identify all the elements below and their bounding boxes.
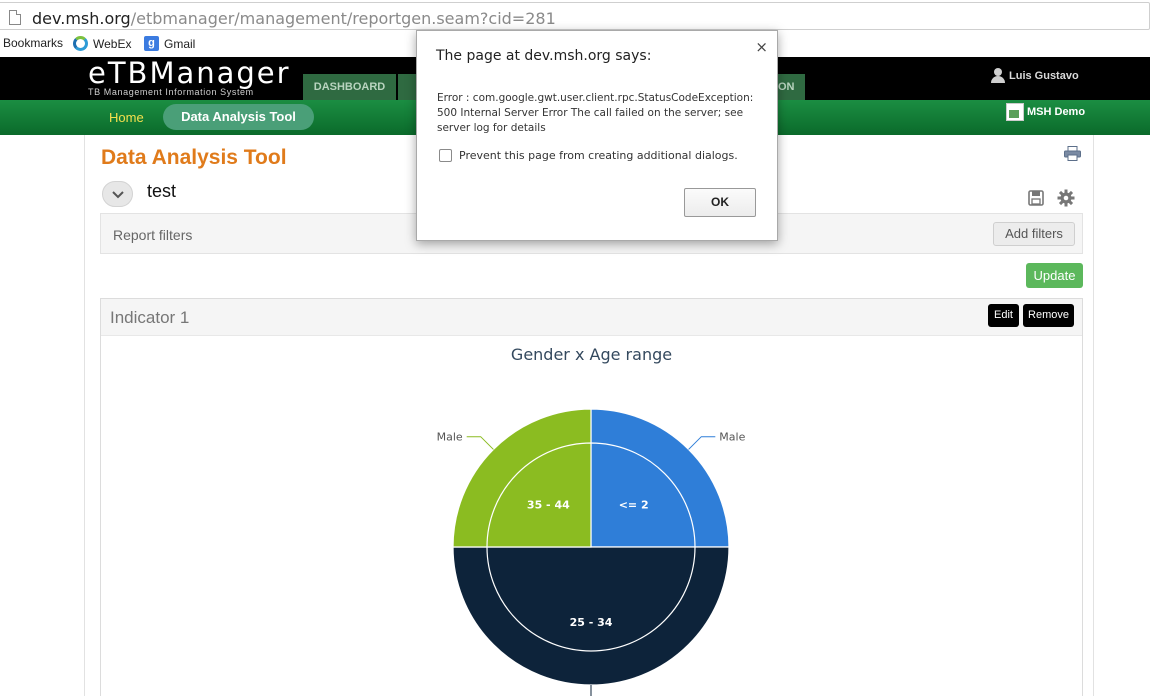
user-name: Luis Gustavo <box>1009 69 1079 82</box>
outer-connector-1 <box>590 685 592 696</box>
bookmark-webex[interactable]: WebEx <box>73 36 131 51</box>
prevent-dialogs-option[interactable]: Prevent this page from creating addition… <box>439 149 738 162</box>
close-icon[interactable]: × <box>755 38 768 56</box>
workspace-icon <box>1006 103 1024 121</box>
workspace-name: MSH Demo <box>1027 106 1086 118</box>
add-filters-button[interactable]: Add filters <box>993 222 1075 246</box>
url-host: dev.msh.org <box>32 9 131 28</box>
report-filters-label: Report filters <box>113 227 193 243</box>
alert-dialog: The page at dev.msh.org says: × Error : … <box>416 30 778 241</box>
outer-connector-2 <box>466 436 494 450</box>
pie-chart: <= 2 25 - 34 35 - 44 Male Male <box>437 408 746 696</box>
home-link[interactable]: Home <box>109 110 144 125</box>
dialog-title: The page at dev.msh.org says: <box>436 48 652 64</box>
tab-data-analysis-tool[interactable]: Data Analysis Tool <box>163 104 314 130</box>
save-icon[interactable] <box>1028 190 1044 206</box>
chevron-down-icon <box>111 191 124 199</box>
dialog-message: Error : com.google.gwt.user.client.rpc.S… <box>437 92 754 134</box>
update-button[interactable]: Update <box>1026 263 1083 288</box>
collapse-toggle-button[interactable] <box>102 181 133 207</box>
url-text[interactable]: dev.msh.org/etbmanager/management/report… <box>32 9 556 28</box>
app-logo[interactable]: eTBManager TB Management Information Sys… <box>88 58 291 97</box>
ok-button[interactable]: OK <box>684 188 756 217</box>
user-icon <box>990 68 1006 83</box>
webex-icon <box>73 36 88 51</box>
url-path: /etbmanager/management/reportgen.seam?ci… <box>130 9 556 28</box>
outer-slice-label-0: Male <box>719 431 745 444</box>
print-icon[interactable] <box>1064 146 1081 161</box>
gear-icon[interactable] <box>1057 189 1075 207</box>
inner-slice-label-0: <= 2 <box>619 498 649 511</box>
browser-address-bar[interactable]: dev.msh.org/etbmanager/management/report… <box>0 0 1150 32</box>
prevent-dialogs-checkbox[interactable] <box>439 149 452 162</box>
user-menu[interactable]: Luis Gustavo <box>990 68 1079 83</box>
outer-slice-label-2: Male <box>437 431 463 444</box>
inner-slice-label-1: 25 - 34 <box>570 616 613 629</box>
inner-slice-label-2: 35 - 44 <box>527 498 570 511</box>
prevent-dialogs-label: Prevent this page from creating addition… <box>459 149 738 162</box>
page-icon <box>9 10 21 25</box>
workspace-selector[interactable]: MSH Demo <box>1006 103 1085 121</box>
outer-connector-0 <box>688 436 716 450</box>
tab-dashboard[interactable]: DASHBOARD <box>303 74 396 100</box>
tab-hidden-1[interactable] <box>398 74 416 100</box>
tab-hidden-2[interactable]: ON <box>778 74 805 100</box>
bookmarks-label[interactable]: Bookmarks <box>3 36 63 50</box>
report-name: test <box>147 181 177 201</box>
google-icon: g <box>144 36 159 51</box>
bookmark-gmail[interactable]: g Gmail <box>144 36 195 51</box>
logo-text: eTBManager <box>88 56 291 90</box>
page-title: Data Analysis Tool <box>101 146 287 169</box>
address-field[interactable]: dev.msh.org/etbmanager/management/report… <box>0 2 1150 30</box>
